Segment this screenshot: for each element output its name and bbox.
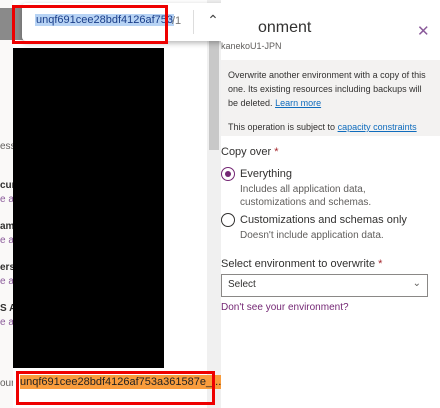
- divider: [193, 10, 194, 34]
- page-fragment[interactable]: e al: [0, 276, 13, 287]
- page-fragment: ess: [0, 141, 13, 152]
- option-desc: Includes all application data,: [240, 184, 366, 195]
- panel-subtitle: kanekoU1-JPN: [221, 41, 282, 51]
- redacted-area: [13, 48, 164, 368]
- radio-everything[interactable]: [221, 167, 235, 181]
- page-fragment: our: [0, 378, 13, 389]
- environment-select[interactable]: Select ⌄: [221, 274, 428, 297]
- scrollbar-thumb[interactable]: [209, 40, 219, 150]
- capacity-constraints-link[interactable]: capacity constraints: [338, 122, 417, 132]
- info-text: Overwrite another environment with a cop…: [228, 70, 426, 108]
- info-box: Overwrite another environment with a cop…: [221, 60, 440, 136]
- radio-customizations[interactable]: [221, 213, 235, 227]
- select-value: Select: [228, 279, 256, 290]
- radio-customizations-label[interactable]: Customizations and schemas only: [240, 214, 407, 226]
- radio-everything-label[interactable]: Everything: [240, 168, 292, 180]
- annotation-box-match: [16, 371, 215, 405]
- page-fragment[interactable]: e al: [0, 194, 13, 205]
- chevron-down-icon: ⌄: [412, 278, 421, 289]
- page-fragment[interactable]: e al: [0, 317, 13, 328]
- learn-more-link[interactable]: Learn more: [275, 98, 321, 108]
- page-fragment: ers: [0, 262, 13, 273]
- panel-title: onment: [258, 19, 312, 36]
- select-env-label: Select environment to overwrite *: [221, 258, 383, 270]
- find-count: /1: [172, 15, 182, 27]
- capacity-text: This operation is subject to: [228, 122, 336, 132]
- close-panel-icon[interactable]: ✕: [417, 22, 430, 40]
- dont-see-environment-link[interactable]: Don't see your environment?: [221, 302, 349, 313]
- option-desc: customizations and schemas.: [240, 197, 372, 208]
- option-desc: Doesn't include application data.: [240, 230, 384, 241]
- page-fragment[interactable]: e al: [0, 235, 13, 246]
- page-fragment: S A: [0, 303, 13, 314]
- chevron-up-icon[interactable]: ⌃: [203, 10, 223, 30]
- copy-over-label: Copy over *: [221, 146, 279, 158]
- page-fragment: cur: [0, 180, 13, 191]
- annotation-box-find: [12, 5, 168, 44]
- page-fragment: ams: [0, 221, 13, 232]
